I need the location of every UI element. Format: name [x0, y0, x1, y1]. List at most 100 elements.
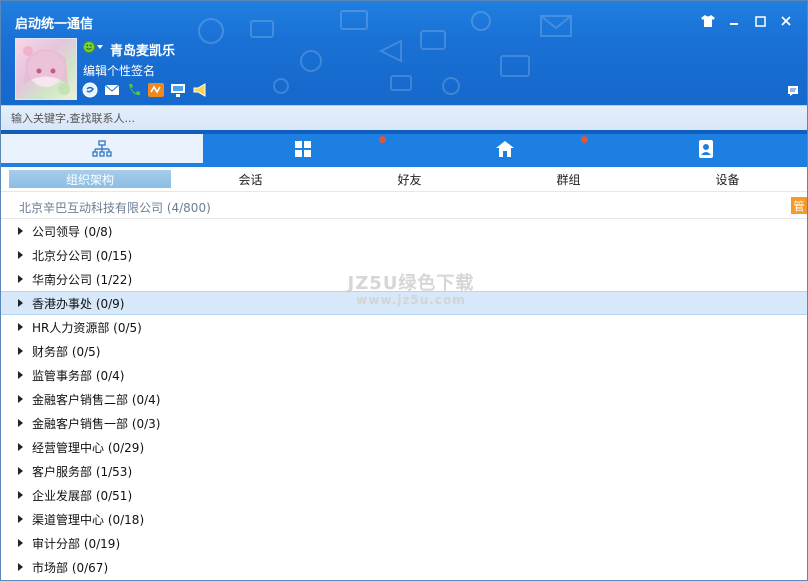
subtab-friends[interactable]: 好友 — [330, 167, 489, 191]
maximize-button[interactable] — [747, 11, 773, 31]
expand-arrow-icon[interactable] — [18, 323, 23, 331]
message-menu-button[interactable] — [787, 85, 799, 100]
quick-toolbar — [81, 82, 209, 98]
sms-tool-button[interactable] — [147, 82, 165, 98]
expand-arrow-icon[interactable] — [18, 539, 23, 547]
manage-button[interactable]: 管 — [791, 197, 807, 214]
department-label: 财务部 (0/5) — [32, 344, 101, 359]
department-label: HR人力资源部 (0/5) — [32, 320, 142, 335]
department-label: 客户服务部 (1/53) — [32, 464, 133, 479]
expand-arrow-icon[interactable] — [18, 251, 23, 259]
header-decoration — [198, 10, 572, 95]
department-label: 公司领导 (0/8) — [32, 224, 113, 239]
tab-home[interactable] — [404, 134, 606, 163]
search-input[interactable] — [9, 109, 793, 127]
expand-arrow-icon[interactable] — [18, 563, 23, 571]
expand-arrow-icon[interactable] — [18, 395, 23, 403]
department-label: 香港办事处 (0/9) — [32, 296, 125, 311]
minimize-icon — [730, 23, 738, 25]
watermark-line1: JZ5U绿色下载 — [347, 273, 475, 294]
department-label: 企业发展部 (0/51) — [32, 488, 133, 503]
watermark: JZ5U绿色下载 www.jz5u.com — [341, 269, 481, 307]
signature-edit[interactable]: 编辑个性签名 — [83, 62, 155, 79]
expand-arrow-icon[interactable] — [18, 515, 23, 523]
department-row[interactable]: 企业发展部 (0/51) — [1, 483, 807, 507]
broadcast-tool-button[interactable] — [191, 82, 209, 98]
maximize-icon — [754, 15, 766, 27]
department-label: 经营管理中心 (0/29) — [32, 440, 145, 455]
phone-icon — [129, 84, 140, 96]
nickname: 青岛麦凯乐 — [110, 44, 176, 59]
expand-arrow-icon[interactable] — [18, 299, 23, 307]
expand-arrow-icon[interactable] — [18, 443, 23, 451]
department-label: 渠道管理中心 (0/18) — [32, 512, 145, 527]
subtab-org-structure[interactable]: 组织架构 — [9, 170, 171, 188]
window-controls — [695, 11, 799, 31]
department-label: 金融客户销售二部 (0/4) — [32, 392, 161, 407]
department-label: 华南分公司 (1/22) — [32, 272, 133, 287]
main-tabs — [1, 130, 807, 167]
org-chart-icon — [92, 139, 112, 157]
subtab-sessions[interactable]: 会话 — [171, 167, 330, 191]
department-label: 金融客户销售一部 (0/3) — [32, 416, 161, 431]
department-row[interactable]: 财务部 (0/5) — [1, 339, 807, 363]
expand-arrow-icon[interactable] — [18, 347, 23, 355]
subtab-groups[interactable]: 群组 — [489, 167, 648, 191]
monitor-icon — [171, 84, 185, 97]
subtab-devices[interactable]: 设备 — [648, 167, 807, 191]
sub-tabs: 组织架构 会话 好友 群组 设备 — [1, 167, 807, 192]
mail-tool-button[interactable] — [103, 82, 121, 98]
search-bar — [1, 105, 807, 131]
online-status-icon[interactable] — [83, 40, 105, 57]
avatar-image — [23, 46, 70, 95]
expand-arrow-icon[interactable] — [18, 491, 23, 499]
contact-book-icon — [699, 139, 714, 158]
minimize-button[interactable] — [721, 11, 747, 31]
grid-icon — [295, 140, 312, 157]
tab-apps-badge — [379, 136, 386, 143]
department-row[interactable]: 公司领导 (0/8) — [1, 219, 807, 243]
chat-tool-button[interactable] — [81, 82, 99, 98]
department-row[interactable]: 市场部 (0/67) — [1, 555, 807, 579]
expand-arrow-icon[interactable] — [18, 467, 23, 475]
sms-icon — [148, 83, 164, 97]
megaphone-icon — [193, 83, 206, 97]
tab-home-badge — [580, 136, 588, 143]
expand-arrow-icon[interactable] — [18, 227, 23, 235]
department-row[interactable]: 金融客户销售一部 (0/3) — [1, 411, 807, 435]
header: 启动统一通信 青岛麦凯乐 编辑个性签名 — [1, 1, 807, 105]
close-icon — [781, 16, 791, 26]
department-row[interactable]: 客户服务部 (1/53) — [1, 459, 807, 483]
department-label: 监管事务部 (0/4) — [32, 368, 125, 383]
close-button[interactable] — [773, 11, 799, 31]
app-title: 启动统一通信 — [15, 17, 94, 32]
department-row[interactable]: HR人力资源部 (0/5) — [1, 315, 807, 339]
phone-tool-button[interactable] — [125, 82, 143, 98]
avatar[interactable] — [15, 38, 77, 100]
mail-icon — [104, 84, 120, 95]
department-row[interactable]: 渠道管理中心 (0/18) — [1, 507, 807, 531]
chat-bubble-icon — [82, 82, 98, 98]
department-label: 审计分部 (0/19) — [32, 536, 121, 551]
screen-tool-button[interactable] — [169, 82, 187, 98]
department-row[interactable]: 经营管理中心 (0/29) — [1, 435, 807, 459]
shirt-icon — [701, 15, 715, 27]
department-row[interactable]: 北京分公司 (0/15) — [1, 243, 807, 267]
skin-button[interactable] — [695, 11, 721, 31]
department-row[interactable]: 金融客户销售二部 (0/4) — [1, 387, 807, 411]
main-window: 启动统一通信 青岛麦凯乐 编辑个性签名 输入关键字,查找联系人... 组织架构 … — [0, 0, 808, 581]
department-row[interactable]: 监管事务部 (0/4) — [1, 363, 807, 387]
menu-bubble-icon — [788, 86, 798, 96]
home-icon — [495, 140, 514, 157]
expand-arrow-icon[interactable] — [18, 419, 23, 427]
department-label: 北京分公司 (0/15) — [32, 248, 133, 263]
expand-arrow-icon[interactable] — [18, 371, 23, 379]
tab-organization[interactable] — [1, 134, 203, 163]
department-row[interactable]: 审计分部 (0/19) — [1, 531, 807, 555]
tab-apps[interactable] — [203, 134, 405, 163]
tab-contacts[interactable] — [606, 134, 808, 163]
department-label: 市场部 (0/67) — [32, 560, 109, 575]
expand-arrow-icon[interactable] — [18, 275, 23, 283]
company-header[interactable]: 北京辛巴互动科技有限公司 (4/800) 管 — [1, 194, 807, 219]
watermark-line2: www.jz5u.com — [356, 293, 466, 307]
